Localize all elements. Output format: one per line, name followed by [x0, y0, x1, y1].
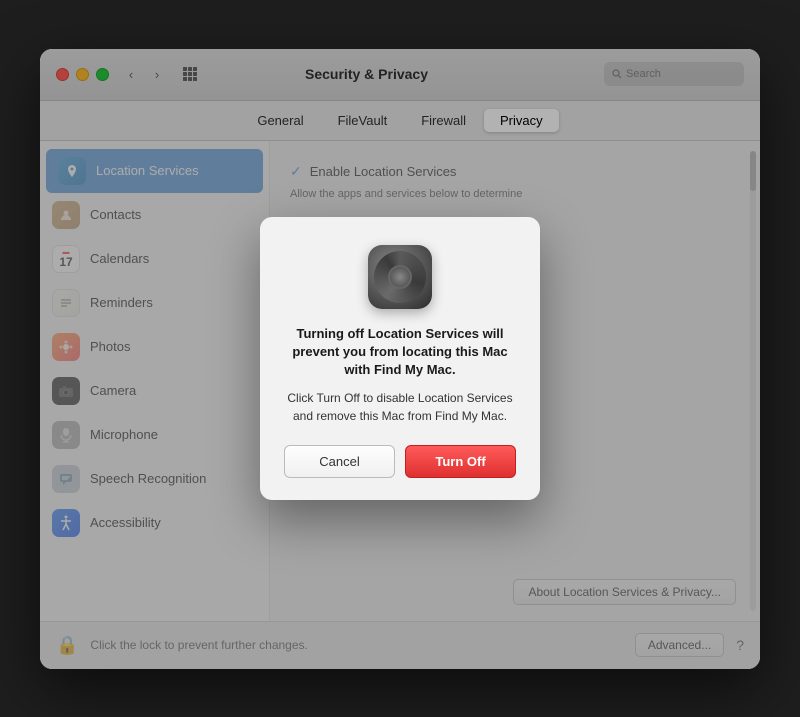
modal-title: Turning off Location Services will preve…	[284, 325, 516, 380]
cancel-button[interactable]: Cancel	[284, 445, 395, 478]
modal-overlay: Turning off Location Services will preve…	[40, 49, 760, 669]
main-window: ‹ › Security & Privacy Search General F	[40, 49, 760, 669]
turn-off-button[interactable]: Turn Off	[405, 445, 516, 478]
modal-dialog: Turning off Location Services will preve…	[260, 217, 540, 501]
modal-app-icon	[368, 245, 432, 309]
modal-body: Click Turn Off to disable Location Servi…	[284, 389, 516, 425]
modal-icon-inner	[374, 251, 426, 303]
modal-buttons: Cancel Turn Off	[284, 445, 516, 478]
